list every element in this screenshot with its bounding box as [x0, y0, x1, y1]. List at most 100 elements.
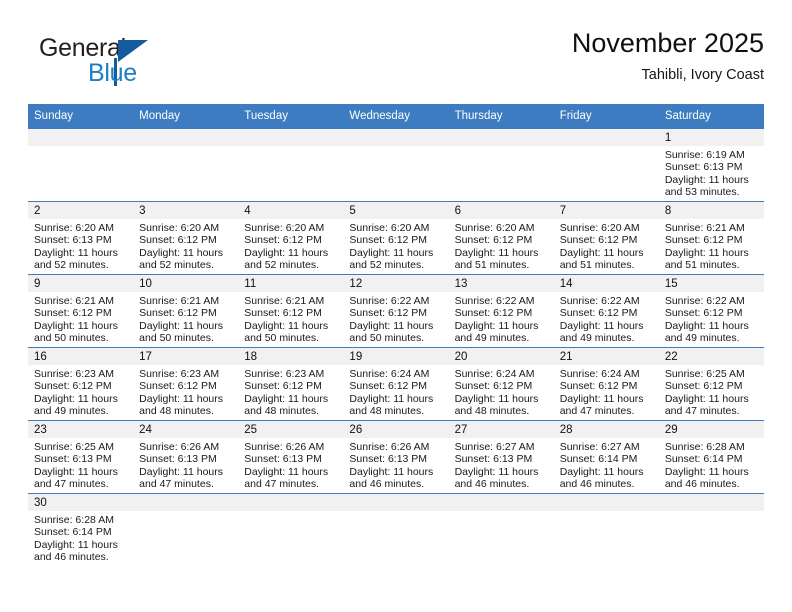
day-event-line: and 47 minutes.	[244, 478, 319, 491]
day-cell-inner	[343, 129, 449, 201]
day-cell-28[interactable]: 28 Sunrise: 6:27 AM Sunset: 6:14 PM Dayligh…	[553, 420, 659, 494]
day-cell-4[interactable]: 4 Sunrise: 6:20 AM Sunset: 6:12 PM Daylight…	[238, 201, 344, 275]
day-cell-10[interactable]: 10 Sunrise: 6:21 AM Sunset: 6:12 PM Dayligh…	[133, 274, 239, 348]
day-cell-1[interactable]: 1 Sunrise: 6:19 AM Sunset: 6:13 PM Daylight…	[658, 129, 764, 202]
day-event-line: Sunset: 6:12 PM	[244, 380, 322, 393]
day-events: Sunrise: 6:20 AM Sunset: 6:12 PM Daylight:…	[238, 219, 343, 272]
day-cell-21[interactable]: 21 Sunrise: 6:24 AM Sunset: 6:12 PM Dayligh…	[553, 347, 659, 421]
day-number: 8	[658, 202, 764, 219]
calendar-week-row: 30 Sunrise: 6:28 AM Sunset: 6:14 PM Dayligh…	[28, 494, 764, 567]
day-number	[553, 494, 659, 511]
day-cell-9[interactable]: 9 Sunrise: 6:21 AM Sunset: 6:12 PM Daylight…	[28, 274, 134, 348]
day-cell-13[interactable]: 13 Sunrise: 6:22 AM Sunset: 6:12 PM Dayligh…	[448, 274, 554, 348]
day-event-line: and 50 minutes.	[349, 332, 425, 345]
day-event-line: and 47 minutes.	[559, 405, 635, 418]
day-number: 18	[238, 348, 344, 365]
day-event-line: and 50 minutes.	[244, 332, 319, 345]
day-events: Sunrise: 6:24 AM Sunset: 6:12 PM Daylight:…	[554, 365, 659, 418]
day-event-line: Sunrise: 6:20 AM	[454, 222, 535, 234]
day-cell-18[interactable]: 18 Sunrise: 6:23 AM Sunset: 6:12 PM Dayligh…	[238, 347, 344, 421]
brand-logo[interactable]: General Blue	[28, 34, 268, 96]
day-cell-7[interactable]: 7 Sunrise: 6:20 AM Sunset: 6:12 PM Daylight…	[553, 201, 659, 275]
day-cell-20[interactable]: 20 Sunrise: 6:24 AM Sunset: 6:12 PM Dayligh…	[448, 347, 554, 421]
day-cell-inner: 27 Sunrise: 6:27 AM Sunset: 6:13 PM Dayligh…	[448, 421, 554, 493]
day-events: Sunrise: 6:21 AM Sunset: 6:12 PM Daylight:…	[238, 292, 343, 345]
day-event-line: Sunset: 6:12 PM	[349, 234, 428, 247]
day-event-line: and 49 minutes.	[454, 332, 530, 345]
day-event-line: Sunset: 6:12 PM	[349, 307, 428, 320]
day-number	[133, 129, 239, 146]
day-number: 12	[343, 275, 449, 292]
day-events: Sunrise: 6:26 AM Sunset: 6:13 PM Daylight:…	[343, 438, 448, 491]
day-event-line: Sunset: 6:12 PM	[559, 307, 638, 320]
day-cell-inner: 29 Sunrise: 6:28 AM Sunset: 6:14 PM Dayligh…	[658, 421, 764, 493]
day-cell-15[interactable]: 15 Sunrise: 6:22 AM Sunset: 6:12 PM Dayligh…	[658, 274, 764, 348]
day-cell-23[interactable]: 23 Sunrise: 6:25 AM Sunset: 6:13 PM Dayligh…	[28, 420, 134, 494]
day-event-line: Sunrise: 6:19 AM	[664, 149, 745, 161]
day-event-line: and 48 minutes.	[139, 405, 214, 418]
day-cell-5[interactable]: 5 Sunrise: 6:20 AM Sunset: 6:12 PM Daylight…	[343, 201, 449, 275]
day-number	[343, 129, 449, 146]
page-header: General Blue November 2025 Tahibli, Ivor…	[28, 26, 764, 98]
day-events	[238, 146, 343, 149]
day-cell-24[interactable]: 24 Sunrise: 6:26 AM Sunset: 6:13 PM Dayligh…	[133, 420, 239, 494]
day-cell-12[interactable]: 12 Sunrise: 6:22 AM Sunset: 6:12 PM Dayligh…	[343, 274, 449, 348]
day-cell-8[interactable]: 8 Sunrise: 6:21 AM Sunset: 6:12 PM Daylight…	[658, 201, 764, 275]
day-cell-17[interactable]: 17 Sunrise: 6:23 AM Sunset: 6:12 PM Dayligh…	[133, 347, 239, 421]
day-events	[449, 511, 554, 514]
day-cell-inner	[238, 129, 344, 201]
day-cell-inner: 3 Sunrise: 6:20 AM Sunset: 6:12 PM Daylight…	[133, 202, 239, 274]
weekday-header-sunday: Sunday	[28, 104, 134, 129]
day-events	[133, 511, 238, 514]
day-event-line: Daylight: 11 hours	[664, 173, 749, 186]
day-event-line: and 47 minutes.	[664, 405, 740, 418]
day-cell-inner: 5 Sunrise: 6:20 AM Sunset: 6:12 PM Daylight…	[343, 202, 449, 274]
day-cell-30[interactable]: 30 Sunrise: 6:28 AM Sunset: 6:14 PM Dayligh…	[28, 494, 134, 567]
day-events: Sunrise: 6:22 AM Sunset: 6:12 PM Daylight:…	[659, 292, 764, 345]
day-event-line: Daylight: 11 hours	[349, 465, 434, 478]
day-cell-27[interactable]: 27 Sunrise: 6:27 AM Sunset: 6:13 PM Dayligh…	[448, 420, 554, 494]
weekday-header-thursday: Thursday	[448, 104, 554, 129]
day-cell-19[interactable]: 19 Sunrise: 6:24 AM Sunset: 6:12 PM Dayligh…	[343, 347, 449, 421]
day-cell-22[interactable]: 22 Sunrise: 6:25 AM Sunset: 6:12 PM Dayligh…	[658, 347, 764, 421]
day-events: Sunrise: 6:26 AM Sunset: 6:13 PM Daylight:…	[133, 438, 238, 491]
day-events	[238, 511, 343, 514]
day-cell-inner: 28 Sunrise: 6:27 AM Sunset: 6:14 PM Dayligh…	[553, 421, 659, 493]
day-cell-empty	[133, 129, 239, 202]
day-events: Sunrise: 6:23 AM Sunset: 6:12 PM Daylight:…	[28, 365, 133, 418]
day-event-line: Daylight: 11 hours	[244, 246, 329, 259]
day-cell-inner: 6 Sunrise: 6:20 AM Sunset: 6:12 PM Daylight…	[448, 202, 554, 274]
day-event-line: Daylight: 11 hours	[34, 465, 118, 478]
day-cell-16[interactable]: 16 Sunrise: 6:23 AM Sunset: 6:12 PM Dayligh…	[28, 347, 134, 421]
day-event-line: Sunrise: 6:22 AM	[454, 295, 535, 307]
day-number	[238, 494, 344, 511]
day-cell-3[interactable]: 3 Sunrise: 6:20 AM Sunset: 6:12 PM Daylight…	[133, 201, 239, 275]
day-cell-11[interactable]: 11 Sunrise: 6:21 AM Sunset: 6:12 PM Dayligh…	[238, 274, 344, 348]
day-cell-6[interactable]: 6 Sunrise: 6:20 AM Sunset: 6:12 PM Daylight…	[448, 201, 554, 275]
day-event-line: Daylight: 11 hours	[349, 319, 434, 332]
day-cell-26[interactable]: 26 Sunrise: 6:26 AM Sunset: 6:13 PM Dayligh…	[343, 420, 449, 494]
day-event-line: Sunset: 6:13 PM	[34, 234, 112, 247]
weekday-header-wednesday: Wednesday	[343, 104, 449, 129]
day-number	[448, 129, 554, 146]
day-event-line: Sunrise: 6:25 AM	[34, 441, 114, 453]
day-events	[554, 511, 659, 514]
day-event-line: Sunset: 6:14 PM	[664, 453, 743, 466]
day-number: 16	[28, 348, 134, 365]
day-events: Sunrise: 6:22 AM Sunset: 6:12 PM Daylight:…	[449, 292, 554, 345]
day-event-line: Daylight: 11 hours	[139, 246, 223, 259]
day-cell-inner: 24 Sunrise: 6:26 AM Sunset: 6:13 PM Dayligh…	[133, 421, 239, 493]
day-event-line: and 51 minutes.	[664, 259, 740, 272]
day-event-line: Sunset: 6:12 PM	[664, 307, 743, 320]
day-cell-25[interactable]: 25 Sunrise: 6:26 AM Sunset: 6:13 PM Dayligh…	[238, 420, 344, 494]
day-cell-inner: 16 Sunrise: 6:23 AM Sunset: 6:12 PM Dayligh…	[28, 348, 134, 420]
day-cell-inner: 12 Sunrise: 6:22 AM Sunset: 6:12 PM Dayligh…	[343, 275, 449, 347]
day-cell-14[interactable]: 14 Sunrise: 6:22 AM Sunset: 6:12 PM Dayligh…	[553, 274, 659, 348]
day-cell-2[interactable]: 2 Sunrise: 6:20 AM Sunset: 6:13 PM Daylight…	[28, 201, 134, 275]
page-title: November 2025	[571, 28, 764, 58]
day-number	[658, 494, 764, 511]
day-cell-29[interactable]: 29 Sunrise: 6:28 AM Sunset: 6:14 PM Dayligh…	[658, 420, 764, 494]
day-event-line: and 46 minutes.	[349, 478, 425, 491]
day-cell-inner	[448, 494, 554, 566]
day-event-line: and 49 minutes.	[559, 332, 635, 345]
